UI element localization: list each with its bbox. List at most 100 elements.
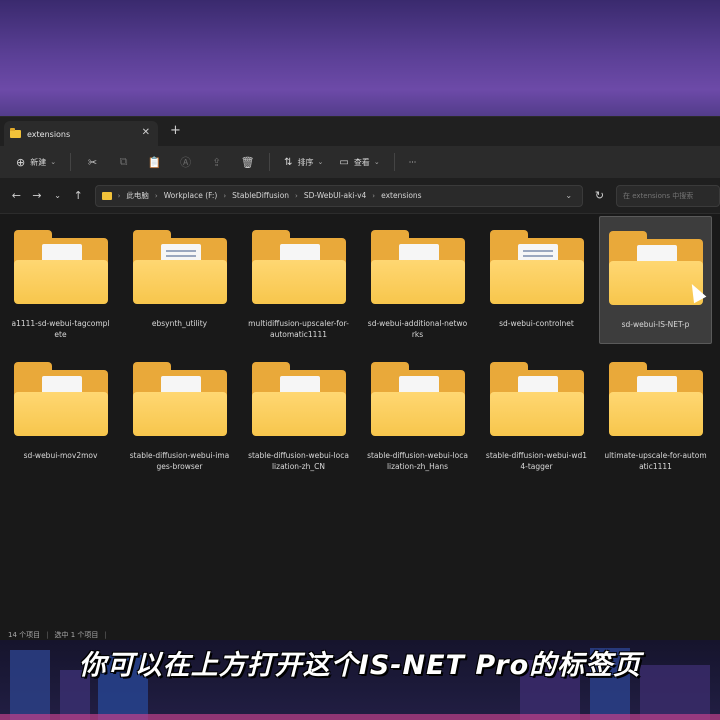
folder-icon — [489, 230, 584, 306]
toolbar-divider — [393, 153, 395, 171]
folder-icon — [370, 230, 465, 306]
sort-button[interactable]: ⇅ 排序 ⌄ — [276, 150, 331, 174]
folder-item[interactable]: stable-diffusion-webui-ima ges-browser — [123, 348, 236, 476]
folder-name-line: ultimate-upscale-for-autom — [604, 451, 707, 460]
sort-icon: ⇅ — [284, 156, 293, 168]
item-count: 14 个项目 — [8, 631, 41, 639]
folder-name-line: 4-tagger — [520, 462, 553, 471]
search-box[interactable] — [615, 184, 720, 207]
folder-name-line: sd-webui-controlnet — [499, 319, 574, 328]
folder-item[interactable]: ultimate-upscale-for-autom atic1111 — [599, 348, 712, 476]
paste-icon[interactable]: 📋 — [139, 156, 170, 169]
folder-item[interactable]: a1111-sd-webui-tagcompl ete — [4, 216, 117, 344]
plus-circle-icon: ⊕ — [16, 155, 26, 169]
search-input[interactable] — [622, 191, 719, 200]
chevron-down-icon: ⌄ — [50, 158, 57, 166]
more-options-button[interactable]: ··· — [401, 150, 425, 174]
close-tab-icon[interactable]: ✕ — [142, 127, 150, 138]
refresh-icon[interactable]: ↻ — [591, 189, 608, 202]
new-button-label: 新建 — [30, 157, 47, 167]
status-divider: | — [46, 631, 49, 639]
toolbar-divider — [269, 153, 271, 171]
copy-icon[interactable]: ⧉ — [108, 155, 139, 169]
folder-name-line: ges-browser — [156, 462, 203, 471]
folder-name-line: sd-webui-IS-NET-p — [621, 320, 690, 329]
folder-name: ultimate-upscale-for-autom atic1111 — [601, 450, 711, 472]
new-tab-button[interactable]: + — [170, 123, 181, 138]
breadcrumb-separator-icon: › — [223, 191, 227, 200]
recent-locations-chevron-icon[interactable]: ⌄ — [47, 191, 68, 200]
breadcrumb-separator-icon: › — [372, 191, 376, 200]
toolbar-divider — [70, 153, 72, 171]
breadcrumb-item[interactable]: SD-WebUI-aki-v4 — [304, 191, 366, 200]
breadcrumb-separator-icon: › — [154, 191, 158, 200]
folder-name: sd-webui-mov2mov — [6, 450, 116, 461]
folder-icon — [13, 230, 108, 306]
address-row: ← → ⌄ ↑ › 此电脑 › Workplace (F:) › StableD… — [0, 178, 720, 214]
cut-icon[interactable]: ✂ — [77, 156, 108, 169]
breadcrumb-item[interactable]: StableDiffusion — [232, 191, 289, 200]
folder-name-line: ete — [54, 330, 67, 339]
wallpaper-glow — [0, 714, 720, 720]
breadcrumb-item[interactable]: Workplace (F:) — [164, 191, 218, 200]
folder-name-line: ebsynth_utility — [151, 319, 208, 328]
view-button[interactable]: ▭ 查看 ⌄ — [331, 150, 387, 174]
folder-name-line: multidiffusion-upscaler-for- — [248, 319, 349, 328]
folder-name-line: rks — [411, 330, 424, 339]
video-subtitle: 你可以在上方打开这个IS-NET Pro的标签页 — [78, 649, 642, 681]
share-icon[interactable]: ⇪ — [201, 156, 232, 169]
folder-name: sd-webui-additional-netwo rks — [363, 318, 473, 340]
folder-item[interactable]: stable-diffusion-webui-wd1 4-tagger — [480, 348, 593, 476]
folder-icon — [132, 230, 227, 306]
chevron-down-icon: ⌄ — [373, 158, 380, 166]
chevron-down-icon[interactable]: ⌄ — [565, 191, 572, 200]
file-explorer-window: extensions ✕ + ⊕ 新建 ⌄ ✂ ⧉ 📋 Ⓐ ⇪ 🗑 ⇅ 排序 ⌄… — [0, 116, 720, 646]
folder-icon — [489, 362, 584, 438]
folder-item[interactable]: stable-diffusion-webui-loca lization-zh_… — [242, 348, 355, 476]
folder-name: ebsynth_utility — [125, 318, 235, 329]
rename-icon[interactable]: Ⓐ — [170, 154, 201, 170]
folder-name-line: lization-zh_Hans — [386, 462, 449, 471]
breadcrumb-separator-icon: › — [117, 191, 121, 200]
breadcrumb-item[interactable]: extensions — [381, 191, 421, 200]
folder-name-line: automatic1111 — [269, 330, 327, 339]
sort-button-label: 排序 — [297, 157, 314, 167]
file-list-view: a1111-sd-webui-tagcompl ete ebsynth_util… — [0, 214, 720, 624]
delete-icon[interactable]: 🗑 — [232, 156, 263, 169]
view-button-label: 查看 — [353, 157, 370, 167]
folder-item[interactable]: sd-webui-additional-netwo rks — [361, 216, 474, 344]
address-bar[interactable]: › 此电脑 › Workplace (F:) › StableDiffusion… — [94, 184, 584, 207]
folder-name-line: sd-webui-mov2mov — [23, 451, 98, 460]
folder-item[interactable]: sd-webui-mov2mov — [4, 348, 117, 476]
folder-item[interactable]: sd-webui-controlnet — [480, 216, 593, 344]
folder-name: stable-diffusion-webui-loca lization-zh_… — [244, 450, 354, 472]
folder-icon — [251, 362, 346, 438]
folder-name: stable-diffusion-webui-ima ges-browser — [125, 450, 235, 472]
folder-name: sd-webui-IS-NET-p — [601, 319, 711, 330]
folder-name-line: stable-diffusion-webui-wd1 — [485, 451, 588, 460]
folder-name-line: atic1111 — [639, 462, 672, 471]
folder-icon — [10, 128, 21, 138]
chevron-down-icon: ⌄ — [317, 158, 324, 166]
folder-item[interactable]: stable-diffusion-webui-loca lization-zh_… — [361, 348, 474, 476]
new-button[interactable]: ⊕ 新建 ⌄ — [8, 150, 64, 174]
up-arrow-icon[interactable]: ↑ — [68, 189, 89, 202]
folder-item[interactable]: sd-webui-IS-NET-p — [599, 216, 712, 344]
folder-name-line: sd-webui-additional-netwo — [367, 319, 468, 328]
tab-extensions[interactable]: extensions ✕ — [4, 121, 158, 147]
folder-name: stable-diffusion-webui-loca lization-zh_… — [363, 450, 473, 472]
view-icon: ▭ — [339, 156, 349, 168]
folder-name: a1111-sd-webui-tagcompl ete — [6, 318, 116, 340]
folder-icon — [370, 362, 465, 438]
folder-icon — [132, 362, 227, 438]
back-arrow-icon[interactable]: ← — [6, 189, 27, 202]
folder-name-line: stable-diffusion-webui-ima — [129, 451, 230, 460]
folder-name: multidiffusion-upscaler-for- automatic11… — [244, 318, 354, 340]
breadcrumb-item[interactable]: 此电脑 — [126, 190, 149, 201]
folder-item[interactable]: ebsynth_utility — [123, 216, 236, 344]
folder-name-line: a1111-sd-webui-tagcompl — [11, 319, 110, 328]
breadcrumb-separator-icon: › — [295, 191, 298, 200]
desktop-wallpaper-top — [0, 0, 720, 120]
folder-item[interactable]: multidiffusion-upscaler-for- automatic11… — [242, 216, 355, 344]
forward-arrow-icon[interactable]: → — [27, 189, 48, 202]
